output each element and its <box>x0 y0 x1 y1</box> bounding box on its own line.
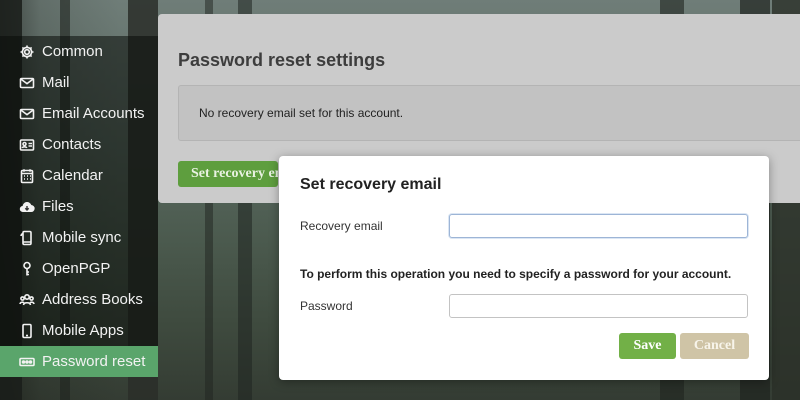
calendar-icon <box>18 167 36 185</box>
password-label: Password <box>300 299 353 313</box>
sidebar-item-label: Contacts <box>42 136 102 153</box>
recovery-email-label: Recovery email <box>300 219 383 233</box>
sidebar-item-openpgp[interactable]: OpenPGP <box>0 253 158 284</box>
sidebar-item-mail[interactable]: Mail <box>0 67 158 98</box>
sidebar-item-files[interactable]: Files <box>0 191 158 222</box>
key-icon <box>18 260 36 278</box>
page-title: Password reset settings <box>178 50 386 70</box>
sidebar-item-label: Common <box>42 43 103 60</box>
cancel-button[interactable]: Cancel <box>680 333 749 359</box>
sidebar-item-calendar[interactable]: Calendar <box>0 160 158 191</box>
sidebar-item-label: Mobile Apps <box>42 322 124 339</box>
settings-sidebar: Common Mail Email Accounts Contacts Cale… <box>0 36 158 377</box>
address-book-icon <box>18 291 36 309</box>
recovery-status-box: No recovery email set for this account. <box>178 85 800 141</box>
sidebar-item-label: Files <box>42 198 74 215</box>
sidebar-item-label: Address Books <box>42 291 143 308</box>
sidebar-item-mobile-apps[interactable]: Mobile Apps <box>0 315 158 346</box>
dialog-title: Set recovery email <box>300 176 442 193</box>
recovery-status-text: No recovery email set for this account. <box>199 106 404 120</box>
sidebar-item-password-reset[interactable]: Password reset <box>0 346 158 377</box>
sidebar-item-label: Password reset <box>42 353 146 370</box>
envelope-icon <box>18 74 36 92</box>
sidebar-item-label: Mobile sync <box>42 229 122 246</box>
gear-icon <box>18 43 36 61</box>
password-dots-icon <box>18 353 36 371</box>
sidebar-item-label: OpenPGP <box>42 260 111 277</box>
sidebar-item-mobile-sync[interactable]: Mobile sync <box>0 222 158 253</box>
save-button[interactable]: Save <box>619 333 676 359</box>
password-required-note: To perform this operation you need to sp… <box>300 267 732 281</box>
sidebar-item-label: Email Accounts <box>42 105 145 122</box>
password-input[interactable] <box>449 294 748 318</box>
mobile-phone-icon <box>18 322 36 340</box>
sidebar-item-contacts[interactable]: Contacts <box>0 129 158 160</box>
cloud-download-icon <box>18 198 36 216</box>
mobile-sync-icon <box>18 229 36 247</box>
sidebar-item-label: Mail <box>42 74 70 91</box>
recovery-email-input[interactable] <box>449 214 748 238</box>
sidebar-item-email-accounts[interactable]: Email Accounts <box>0 98 158 129</box>
sidebar-item-common[interactable]: Common <box>0 36 158 67</box>
set-recovery-email-dialog: Set recovery email Recovery email To per… <box>279 156 769 380</box>
set-recovery-email-button[interactable]: Set recovery email <box>178 161 278 187</box>
envelope-icon <box>18 105 36 123</box>
sidebar-item-address-books[interactable]: Address Books <box>0 284 158 315</box>
sidebar-item-label: Calendar <box>42 167 103 184</box>
contact-card-icon <box>18 136 36 154</box>
